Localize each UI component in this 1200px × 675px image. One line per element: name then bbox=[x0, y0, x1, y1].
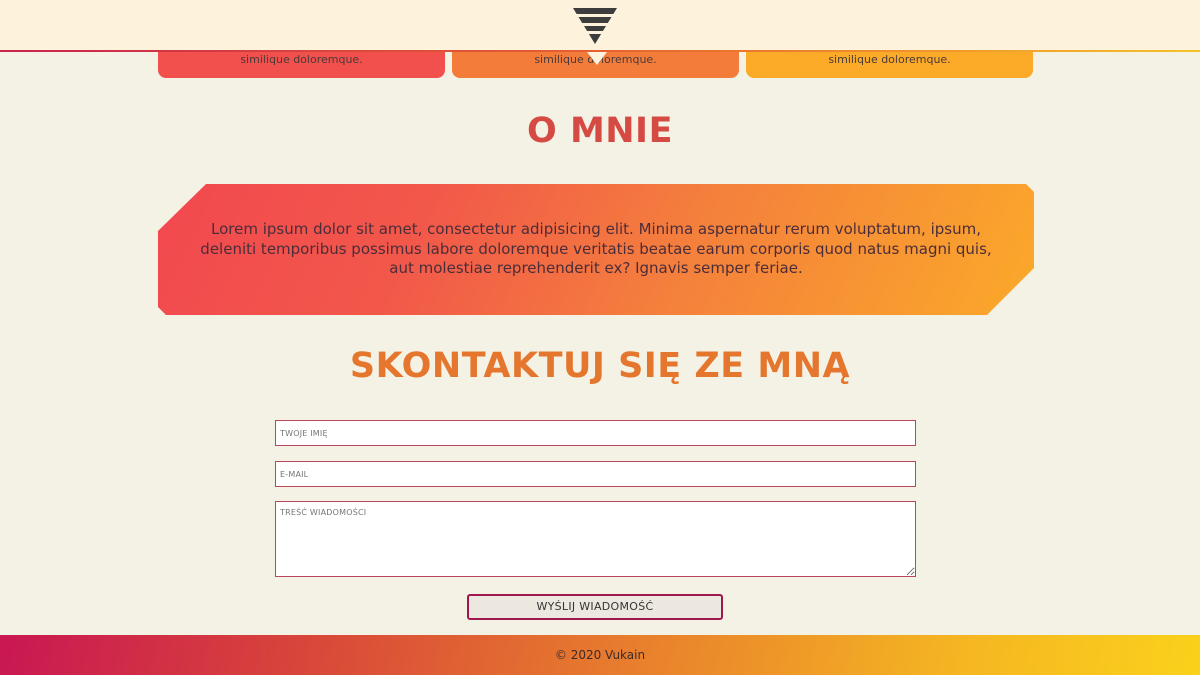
about-text: Lorem ipsum dolor sit amet, consectetur … bbox=[200, 220, 992, 277]
logo-icon[interactable] bbox=[570, 6, 620, 46]
about-box: Lorem ipsum dolor sit amet, consectetur … bbox=[158, 184, 1034, 315]
top-header bbox=[0, 0, 1200, 52]
header-notch bbox=[587, 52, 607, 65]
about-title: O MNIE bbox=[527, 111, 673, 151]
footer-copyright: © 2020 Vukain bbox=[554, 648, 646, 662]
footer: © 2020 Vukain bbox=[0, 635, 1200, 675]
service-card-text: similique doloremque. bbox=[828, 53, 951, 66]
message-textarea[interactable] bbox=[275, 501, 916, 577]
contact-title: SKONTAKTUJ SIĘ ZE MNĄ bbox=[349, 346, 851, 386]
send-message-button[interactable]: WYŚLIJ WIADOMOŚĆ bbox=[467, 594, 723, 620]
email-input[interactable] bbox=[275, 461, 916, 487]
service-card-text: similique doloremque. bbox=[240, 53, 363, 66]
name-input[interactable] bbox=[275, 420, 916, 446]
